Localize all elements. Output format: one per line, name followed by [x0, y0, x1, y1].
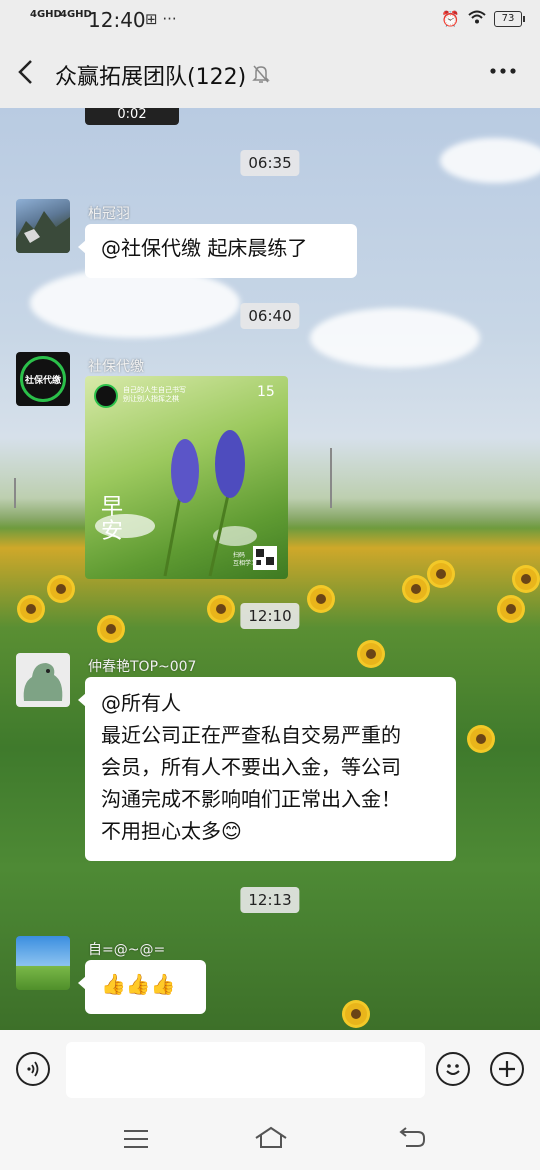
image-message[interactable]: 自己的人生自己书写 别让别人指挥之棋 15 早 安 扫码 互相学习 — [85, 376, 288, 579]
system-nav-bar — [0, 1110, 540, 1170]
status-time: 12:40 — [88, 8, 146, 32]
battery-icon: 73 — [494, 11, 525, 27]
status-right: ⏰ 73 — [441, 10, 525, 28]
timestamp: 12:10 — [240, 603, 300, 629]
chat-area[interactable]: 0:02 06:35 柏冠羽 @社保代缴 起床晨练了 06:40 社保代缴 社保… — [0, 108, 540, 1030]
voice-icon[interactable] — [16, 1052, 50, 1086]
message-text: @社保代缴 起床晨练了 — [101, 236, 308, 260]
timestamp: 06:35 — [240, 150, 300, 176]
avatar-text: 社保代缴 — [24, 375, 61, 386]
chat-header: 众赢拓展团队(122) — [0, 40, 540, 108]
message-text: @所有人 — [101, 691, 181, 715]
bell-off-icon — [252, 64, 270, 88]
avatar[interactable] — [16, 936, 70, 990]
avatar[interactable] — [16, 199, 70, 253]
alarm-icon: ⏰ — [441, 10, 460, 28]
image-illustration — [94, 384, 277, 577]
input-bar — [0, 1030, 540, 1110]
image-caption: 自己的人生自己书写 别让别人指挥之棋 — [123, 386, 186, 403]
sender-name: 柏冠羽 — [88, 206, 130, 222]
sender-name: 自=@~@= — [88, 942, 166, 958]
wifi-icon — [468, 10, 486, 28]
message-text: 最近公司正在严查私自交易严重的 — [101, 723, 401, 747]
message-bubble[interactable]: @所有人 最近公司正在严查私自交易严重的 会员，所有人不要出入金，等公司 沟通完… — [78, 677, 456, 861]
message-bubble[interactable]: @社保代缴 起床晨练了 — [78, 224, 357, 278]
timestamp: 06:40 — [240, 303, 300, 329]
avatar[interactable] — [16, 653, 70, 707]
message-text: 👍👍👍 — [101, 972, 176, 996]
status-bar: 4GHD 4GHD 12:40 ⊞ ··· ⏰ 73 — [0, 0, 540, 40]
message-bubble[interactable]: 👍👍👍 — [78, 960, 206, 1014]
message-input[interactable] — [66, 1042, 425, 1098]
plus-icon[interactable] — [490, 1052, 524, 1086]
emoji-icon[interactable] — [436, 1052, 470, 1086]
chat-title: 众赢拓展团队(122) — [55, 65, 247, 90]
video-message[interactable]: 0:02 — [85, 108, 179, 125]
sender-name: 社保代缴 — [88, 359, 144, 375]
message-text: 沟通完成不影响咱们正常出入金！ — [101, 787, 401, 811]
avatar[interactable]: 社保代缴 — [16, 352, 70, 406]
background-cloud — [440, 138, 540, 183]
more-icon[interactable] — [488, 56, 518, 93]
menu-icon[interactable] — [122, 1127, 150, 1155]
background-cloud — [30, 268, 240, 338]
message-text: 会员，所有人不要出入金，等公司 — [101, 755, 401, 779]
status-extra: ⊞ ··· — [145, 10, 177, 28]
home-icon[interactable] — [254, 1125, 288, 1155]
background-tower — [14, 478, 16, 508]
message-text: 不用担心太多😊 — [101, 819, 242, 843]
image-small-text: 扫码 互相学习 — [233, 552, 258, 567]
chevron-left-icon[interactable] — [16, 58, 34, 92]
background-tower — [330, 448, 332, 508]
network-indicator: 4GHD — [30, 9, 62, 20]
sender-name: 仲春艳TOP~007 — [88, 659, 197, 675]
timestamp: 12:13 — [240, 887, 300, 913]
image-date: 15 — [257, 384, 275, 400]
back-icon[interactable] — [398, 1126, 426, 1154]
image-greeting: 早 安 — [101, 495, 124, 544]
background-cloud — [310, 308, 480, 368]
